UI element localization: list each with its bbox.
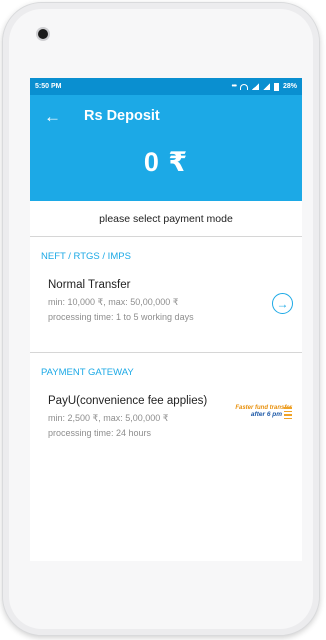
status-icons: ••• 28% xyxy=(231,82,297,91)
section-label-neft: NEFT / RTGS / IMPS xyxy=(41,251,131,262)
option-limits: min: 10,000 ₹, max: 50,00,000 ₹ xyxy=(48,297,179,307)
signal-icon xyxy=(251,83,259,90)
front-camera xyxy=(38,29,48,39)
badge-line-2: after 6 pm xyxy=(250,411,282,418)
fast-transfer-badge: Faster fund transfer after 6 pm xyxy=(228,405,292,427)
payment-mode-prompt: please select payment mode xyxy=(30,201,302,237)
option-normal-transfer[interactable]: Normal Transfer min: 10,000 ₹, max: 50,0… xyxy=(30,268,302,352)
signal-icon-2 xyxy=(262,83,270,90)
page-title: Rs Deposit xyxy=(84,108,160,124)
option-processing-time: processing time: 24 hours xyxy=(48,428,152,438)
battery-icon xyxy=(273,82,279,91)
app-bar: ← Rs Deposit xyxy=(30,95,302,137)
speed-lines-icon xyxy=(284,407,292,421)
status-bar: 5:50 PM ••• 28% xyxy=(30,78,302,95)
option-processing-time: processing time: 1 to 5 working days xyxy=(48,312,194,322)
phone-frame: 5:50 PM ••• 28% ← Rs Deposit 0 ₹ please … xyxy=(2,2,320,636)
section-label-gateway: PAYMENT GATEWAY xyxy=(41,367,134,378)
back-arrow-icon[interactable]: ← xyxy=(44,108,68,125)
header: ← Rs Deposit 0 ₹ xyxy=(30,95,302,201)
option-title: Normal Transfer xyxy=(48,279,131,291)
battery-level: 28% xyxy=(282,83,297,90)
more-dots-icon: ••• xyxy=(231,83,237,90)
section-neft: NEFT / RTGS / IMPS Normal Transfer min: … xyxy=(30,237,302,353)
arrow-right-circle-icon[interactable]: → xyxy=(272,293,293,314)
status-time: 5:50 PM xyxy=(35,83,62,90)
section-payment-gateway: PAYMENT GATEWAY PayU(convenience fee app… xyxy=(30,353,302,468)
deposit-amount: 0 ₹ xyxy=(143,147,189,177)
wifi-icon xyxy=(239,83,248,90)
option-payu[interactable]: PayU(convenience fee applies) min: 2,500… xyxy=(30,384,302,468)
app-screen: 5:50 PM ••• 28% ← Rs Deposit 0 ₹ please … xyxy=(30,78,302,561)
